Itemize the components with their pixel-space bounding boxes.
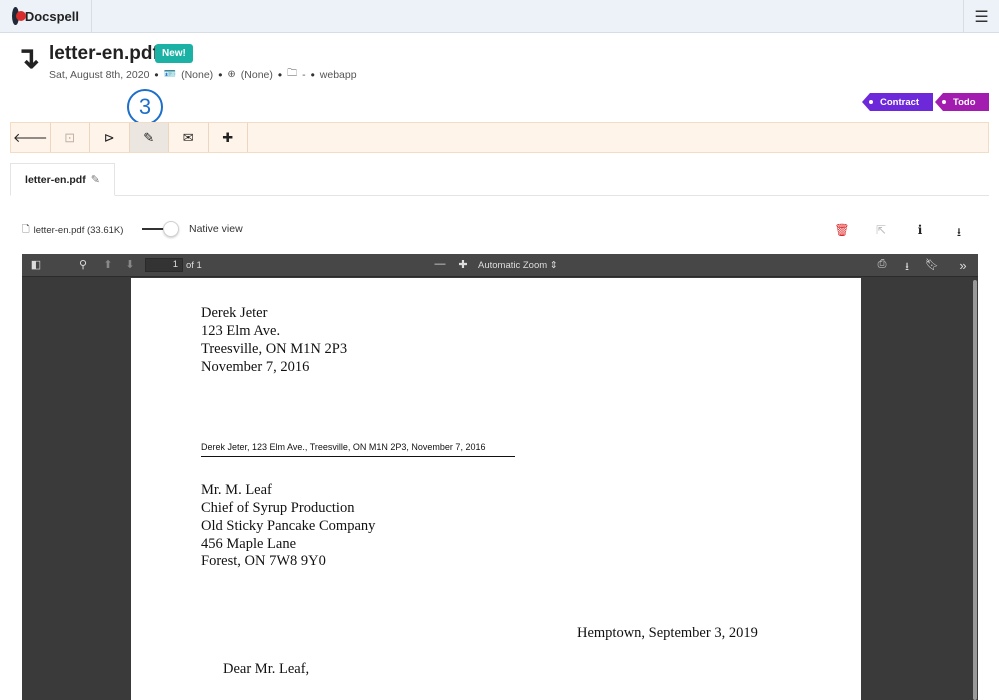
- correspondent-card-icon: 🪪: [163, 69, 177, 80]
- bookmark-icon[interactable]: 🔖︎: [925, 258, 939, 271]
- zoom-in-icon[interactable]: ✚: [456, 258, 470, 271]
- item-date: Sat, August 8th, 2020: [49, 68, 150, 81]
- brand-name: Docspell: [24, 8, 79, 24]
- sender-city: Treesville, ON M1N 2P3: [201, 341, 348, 357]
- folder-icon: 🗀: [287, 68, 298, 79]
- previous-page-icon[interactable]: ⬆: [101, 258, 115, 271]
- pdf-scrollbar[interactable]: [972, 278, 978, 700]
- salutation: Dear Mr. Leaf,: [223, 661, 310, 677]
- return-address-rule: [201, 456, 515, 457]
- recipient-name: Mr. M. Leaf: [201, 482, 272, 498]
- sender-street: 123 Elm Ave.: [201, 323, 281, 339]
- recipient-title: Chief of Syrup Production: [201, 500, 355, 516]
- tab-label: letter-en.pdf: [25, 173, 86, 186]
- page-number-input[interactable]: 1: [145, 258, 183, 272]
- toggle-knob: [163, 221, 179, 237]
- send-mail-button[interactable]: ✉: [169, 123, 209, 152]
- back-arrow-icon: 🡐: [12, 129, 48, 145]
- recipient-street: 456 Maple Lane: [201, 536, 297, 552]
- sidebar-toggle-icon[interactable]: ◧: [29, 258, 43, 271]
- top-navbar: Docspell ☰: [0, 0, 999, 33]
- native-view-label: Native view: [189, 223, 243, 235]
- print-icon[interactable]: ⎙: [875, 258, 889, 271]
- previous-item-button[interactable]: ⊡: [51, 123, 90, 152]
- tab-strip-divider: [10, 195, 989, 196]
- edit-metadata-button[interactable]: ✎: [129, 123, 169, 152]
- find-icon[interactable]: ⚲: [76, 258, 90, 271]
- recipient-company: Old Sticky Pancake Company: [201, 518, 376, 534]
- tools-menu-icon[interactable]: »: [956, 258, 970, 273]
- step-number-marker: 3: [127, 89, 163, 125]
- download-icon[interactable]: ⭳: [951, 223, 967, 244]
- delete-icon[interactable]: 🗑: [834, 223, 850, 237]
- item-source: webapp: [319, 68, 357, 81]
- sender-name: Derek Jeter: [201, 305, 268, 321]
- return-address: Derek Jeter, 123 Elm Ave., Treesville, O…: [201, 442, 486, 452]
- external-link-icon[interactable]: ⇱: [873, 223, 889, 237]
- page-count-label: of 1: [186, 260, 202, 271]
- info-icon[interactable]: i: [912, 223, 928, 237]
- scrollbar-thumb[interactable]: [973, 280, 977, 700]
- item-meta-line: Sat, August 8th, 2020 • 🪪 (None) • ⊕ (No…: [49, 67, 357, 82]
- back-button[interactable]: 🡐: [11, 123, 51, 152]
- pdf-page: Derek Jeter 123 Elm Ave. Treesville, ON …: [131, 278, 861, 700]
- zoom-out-icon[interactable]: —: [433, 258, 447, 270]
- save-icon[interactable]: ⭳: [900, 258, 914, 277]
- tag-todo[interactable]: Todo: [935, 93, 989, 111]
- file-icon: 🗋: [22, 224, 30, 235]
- item-concerning: (None): [240, 68, 273, 81]
- tag-contract[interactable]: Contract: [862, 93, 933, 111]
- item-folder: -: [302, 68, 306, 81]
- native-view-toggle[interactable]: [142, 221, 179, 237]
- tab-attachment[interactable]: letter-en.pdf ✎: [10, 163, 115, 196]
- tag-label: Contract: [880, 96, 920, 108]
- hamburger-icon: ☰: [974, 8, 989, 26]
- hamburger-menu-button[interactable]: ☰: [963, 0, 999, 33]
- edit-icon: ✎: [143, 129, 155, 145]
- sender-date: November 7, 2016: [201, 359, 310, 375]
- attachment-file-info: 🗋 letter-en.pdf (33.61K): [22, 222, 123, 238]
- place-date: Hemptown, September 3, 2019: [577, 625, 758, 641]
- direction-incoming-icon: ↴: [15, 42, 41, 75]
- add-files-button[interactable]: ✚: [209, 123, 248, 152]
- docspell-logo-icon: [12, 7, 26, 25]
- pdf-viewer: ◧ ⚲ ⬆ ⬇ 1 of 1 — ✚ Automatic Zoom ⇕ ⎙ ⭳ …: [22, 254, 978, 700]
- next-icon: ⊳: [103, 129, 115, 145]
- item-correspondent: (None): [181, 68, 214, 81]
- tag-label: Todo: [953, 96, 976, 108]
- brand-link[interactable]: Docspell: [0, 0, 92, 33]
- concerning-crosshair-icon: ⊕: [227, 69, 236, 80]
- recipient-city: Forest, ON 7W8 9Y0: [201, 553, 326, 569]
- edit-name-icon[interactable]: ✎: [91, 173, 100, 186]
- next-page-icon[interactable]: ⬇: [123, 258, 137, 271]
- new-badge: New!: [155, 44, 193, 63]
- plus-icon: ✚: [222, 129, 234, 145]
- pdf-viewer-toolbar: ◧ ⚲ ⬆ ⬇ 1 of 1 — ✚ Automatic Zoom ⇕ ⎙ ⭳ …: [22, 254, 978, 277]
- previous-icon: ⊡: [64, 129, 76, 145]
- item-title: letter-en.pdf: [49, 43, 159, 64]
- item-toolbar: 🡐 ⊡ ⊳ ✎ ✉ ✚: [10, 122, 989, 153]
- next-item-button[interactable]: ⊳: [90, 123, 130, 152]
- attachment-file-label: letter-en.pdf (33.61K): [33, 224, 124, 236]
- zoom-select[interactable]: Automatic Zoom ⇕: [478, 260, 558, 271]
- mail-icon: ✉: [182, 129, 194, 145]
